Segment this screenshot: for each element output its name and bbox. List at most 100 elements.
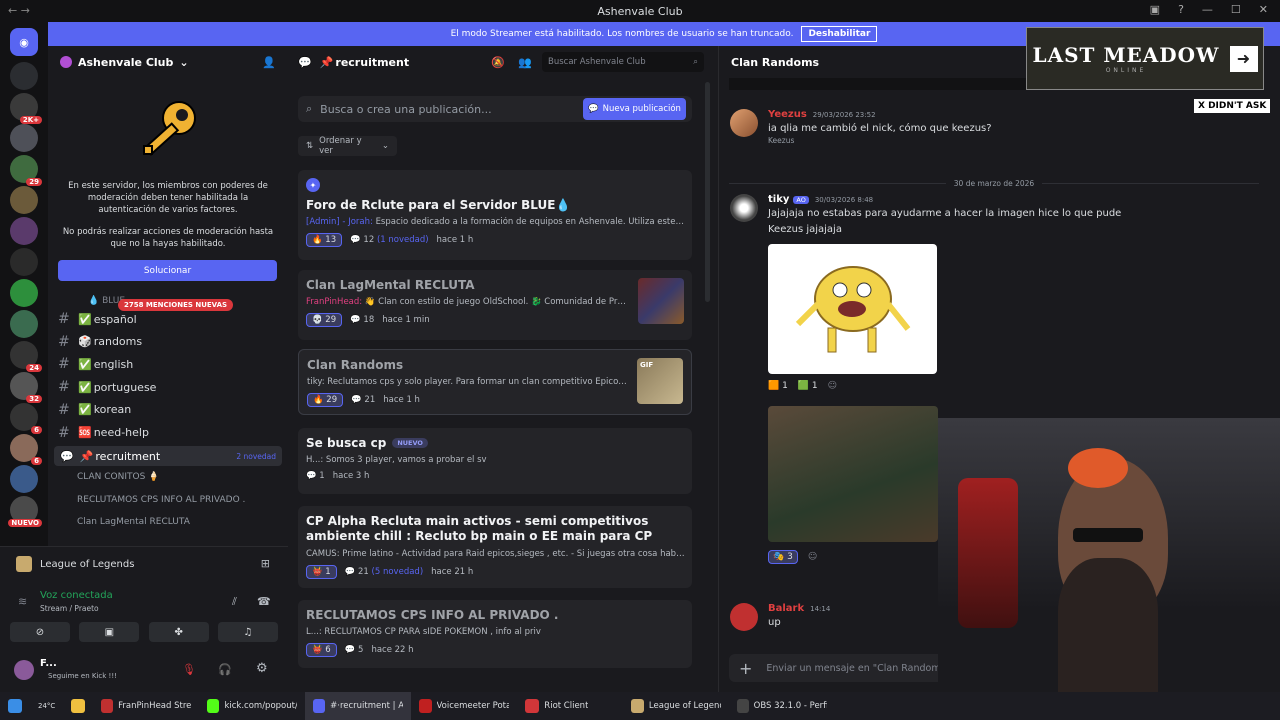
settings-gear-icon[interactable]: ⚙ <box>256 661 268 676</box>
key-illustration <box>134 96 204 166</box>
channel-recruitment[interactable]: 💬 📌 recruitment 2 novedad <box>54 446 282 466</box>
headphones-icon[interactable]: 🎧 <box>218 663 232 676</box>
server-icon[interactable]: NUEVO <box>8 496 42 527</box>
discord-home-icon[interactable]: ◉ <box>10 28 38 56</box>
server-icon[interactable] <box>10 465 38 493</box>
server-icon[interactable] <box>10 186 38 214</box>
forum-post[interactable]: Clan LagMental RECLUTA FranPinHead: 👋 Cl… <box>298 270 692 340</box>
message: Balark 14:14 up <box>768 603 830 628</box>
help-icon[interactable]: ? <box>1178 3 1184 16</box>
solve-button[interactable]: Solucionar <box>58 260 277 281</box>
invite-icon[interactable]: 👤 <box>262 56 276 69</box>
channel-english[interactable]: # ✅ english <box>58 354 133 374</box>
message-author[interactable]: Yeezus <box>768 109 807 120</box>
reaction-devil[interactable]: 👹 6 <box>306 643 337 657</box>
taskbar-app[interactable]: Voicemeeter Potato <box>411 692 517 720</box>
disable-streamer-button[interactable]: Deshabilitar <box>801 26 878 42</box>
channel-randoms[interactable]: # 🎲 randoms <box>58 332 142 352</box>
hash-icon: # <box>58 424 70 441</box>
post-text: Reclutamos cps y solo player. Para forma… <box>327 377 627 387</box>
novedad: (5 novedad) <box>371 567 424 577</box>
minimize-button[interactable]: — <box>1202 3 1213 16</box>
message-author[interactable]: tiky <box>768 194 789 205</box>
server-icon[interactable]: 32 <box>10 372 42 403</box>
file-explorer-icon[interactable] <box>63 692 93 720</box>
noise-suppression-icon[interactable]: ⫽ <box>232 595 237 609</box>
sort-dropdown[interactable]: ⇅ Ordenar y ver ⌄ <box>298 136 397 156</box>
close-button[interactable]: ✕ <box>1259 3 1268 16</box>
server-header[interactable]: Ashenvale Club ⌄ 👤 <box>48 46 288 78</box>
spongebob-image[interactable] <box>768 244 937 374</box>
channel-need-help[interactable]: # 🆘 need-help <box>58 423 149 443</box>
thread-item[interactable]: CLAN CONITOS 🍦 <box>77 472 159 482</box>
post-preview: tiky: Reclutamos cps y solo player. Para… <box>307 377 627 387</box>
thread-item[interactable]: Clan LagMental RECLUTA <box>77 517 190 527</box>
channel-español[interactable]: # ✅ español <box>58 309 137 329</box>
forum-post[interactable]: ✦ Foro de Rclute para el Servidor BLUE💧 … <box>298 170 692 260</box>
server-search-placeholder: Buscar Ashenvale Club <box>548 57 646 67</box>
channel-portuguese[interactable]: # ✅ portuguese <box>58 377 156 397</box>
server-icon[interactable] <box>10 279 38 307</box>
message-author[interactable]: Balark <box>768 603 804 614</box>
weather-widget[interactable]: 24°C <box>30 692 63 720</box>
reaction-emoji[interactable]: 🟩 1 <box>798 381 818 391</box>
forum-post[interactable]: CP Alpha Recluta main activos - semi com… <box>298 506 692 588</box>
mute-icon[interactable]: 🔕 <box>491 56 505 69</box>
game-screenshot[interactable] <box>768 406 938 542</box>
server-search[interactable]: Buscar Ashenvale Club ⌕ <box>542 52 704 72</box>
scrollbar[interactable] <box>705 82 710 302</box>
post-time: hace 1 min <box>382 315 430 325</box>
avatar[interactable] <box>14 660 34 680</box>
server-icon[interactable] <box>10 124 38 152</box>
reaction-fire[interactable]: 🔥 29 <box>307 393 344 407</box>
inbox-icon[interactable]: ▣ <box>1150 3 1160 16</box>
avatar[interactable] <box>730 194 758 222</box>
maximize-button[interactable]: ☐ <box>1231 3 1241 16</box>
server-icon[interactable] <box>10 62 38 90</box>
disconnect-icon[interactable]: ☎ <box>257 595 271 608</box>
taskbar-app[interactable]: League of Legends <box>623 692 729 720</box>
mfa-notice-2: No podrás realizar acciones de moderació… <box>62 227 274 249</box>
reaction-emoji[interactable]: 🟧 1 <box>768 381 788 391</box>
server-icon[interactable]: 29 <box>10 155 42 186</box>
post-time: hace 1 h <box>383 395 420 405</box>
thread-item[interactable]: RECLUTAMOS CPS INFO AL PRIVADO . <box>77 495 245 505</box>
soundboard-button[interactable]: ♫ <box>217 622 278 642</box>
taskbar-app[interactable]: #·recruitment | As... <box>305 692 412 720</box>
reaction-fire[interactable]: 🔥 13 <box>306 233 343 247</box>
windows-start-icon[interactable] <box>0 692 30 720</box>
reaction-skull[interactable]: 💀 29 <box>306 313 343 327</box>
reaction-emoji[interactable]: 🎭 3 <box>768 550 798 564</box>
add-reaction-icon[interactable]: ☺ <box>828 381 837 391</box>
server-icon[interactable]: 24 <box>10 341 42 372</box>
activities-button[interactable]: ✤ <box>148 622 209 642</box>
reaction-devil[interactable]: 👹 1 <box>306 565 337 579</box>
server-icon[interactable]: 2K+ <box>10 93 42 124</box>
voice-status[interactable]: Voz conectada <box>40 590 113 601</box>
server-icon[interactable] <box>10 248 38 276</box>
server-icon[interactable]: 6 <box>10 403 42 434</box>
channel-korean[interactable]: # ✅ korean <box>58 400 131 420</box>
taskbar-app[interactable]: kick.com/popout/f... <box>199 692 305 720</box>
forum-post[interactable]: Se busca cp NUEVO H...: Somos 3 player, … <box>298 428 692 494</box>
add-reaction-icon[interactable]: ☺ <box>808 552 817 562</box>
avatar[interactable] <box>730 109 758 137</box>
new-post-button[interactable]: 💬 Nueva publicación <box>583 98 686 120</box>
add-attachment-icon[interactable]: + <box>739 659 752 678</box>
mic-muted-icon[interactable]: 🎙 <box>182 663 196 676</box>
taskbar-app[interactable]: FranPinHead Strea... <box>93 692 199 720</box>
channel-prefix: ✅ <box>78 380 92 394</box>
forum-post[interactable]: RECLUTAMOS CPS INFO AL PRIVADO . L...: R… <box>298 600 692 668</box>
avatar[interactable] <box>730 603 758 631</box>
taskbar-app[interactable]: OBS 32.1.0 - Perfil: ... <box>729 692 835 720</box>
camera-off-button[interactable]: ⊘ <box>10 622 70 642</box>
nav-arrows-icon[interactable]: ← → <box>8 4 30 17</box>
server-icon[interactable] <box>10 310 38 338</box>
share-screen-button[interactable]: ▣ <box>79 622 140 642</box>
taskbar-app[interactable]: Riot Client <box>517 692 623 720</box>
server-icon[interactable]: 6 <box>10 434 42 465</box>
members-icon[interactable]: 👥 <box>518 56 532 69</box>
forum-post[interactable]: Clan Randoms tiky: Reclutamos cps y solo… <box>298 349 692 415</box>
server-icon[interactable] <box>10 217 38 245</box>
screen-share-icon[interactable]: ⊞ <box>261 557 270 570</box>
